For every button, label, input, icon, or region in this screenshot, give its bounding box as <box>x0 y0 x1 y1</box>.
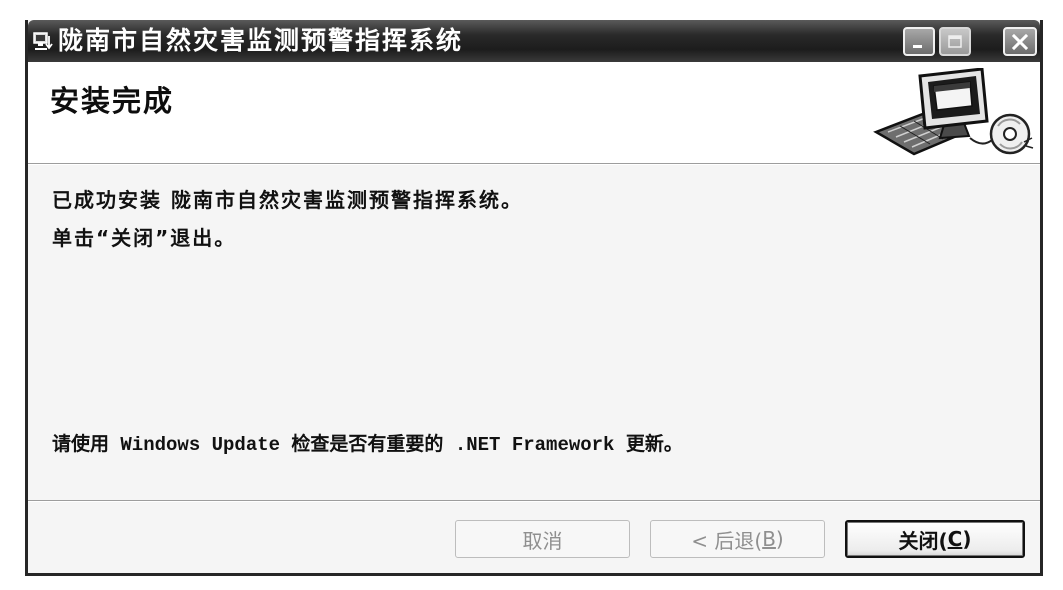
footer-divider <box>28 500 1040 502</box>
back-button[interactable]: < 后退(B) <box>650 520 825 558</box>
title-bar[interactable]: 陇南市自然灾害监测预警指挥系统 <box>28 20 1040 62</box>
close-button-label-end: ) <box>962 527 972 551</box>
close-button[interactable]: 关闭(C) <box>845 520 1025 558</box>
success-message: 已成功安装 陇南市自然灾害监测预警指挥系统。 <box>52 188 523 212</box>
wizard-header: 安装完成 <box>28 62 1040 164</box>
close-button-accelerator: C <box>947 527 963 551</box>
update-note: 请使用 Windows Update 检查是否有重要的 .NET Framewo… <box>52 434 683 456</box>
back-button-label-end: ) <box>775 527 784 551</box>
cancel-button-label: 取消 <box>522 528 563 553</box>
back-button-label: < 后退( <box>691 528 763 553</box>
header-divider <box>28 164 1040 165</box>
cancel-button[interactable]: 取消 <box>455 520 630 558</box>
maximize-button[interactable] <box>939 27 971 56</box>
exit-instruction: 单击“关闭”退出。 <box>52 226 237 250</box>
close-icon <box>1010 32 1030 52</box>
close-button-label: 关闭( <box>898 528 948 553</box>
close-window-button[interactable] <box>1003 27 1037 56</box>
computer-setup-icon <box>870 67 1035 158</box>
maximize-icon <box>946 33 964 51</box>
back-button-accelerator: B <box>762 527 776 551</box>
installer-window: 陇南市自然灾害监测预警指挥系统 安装完成 已成功安装 陇南市自然灾害监测预警指挥… <box>25 20 1043 576</box>
minimize-button[interactable] <box>903 27 935 56</box>
minimize-icon <box>910 33 928 51</box>
window-title: 陇南市自然灾害监测预警指挥系统 <box>58 26 464 55</box>
page-title: 安装完成 <box>50 84 175 118</box>
installer-icon <box>32 30 54 52</box>
